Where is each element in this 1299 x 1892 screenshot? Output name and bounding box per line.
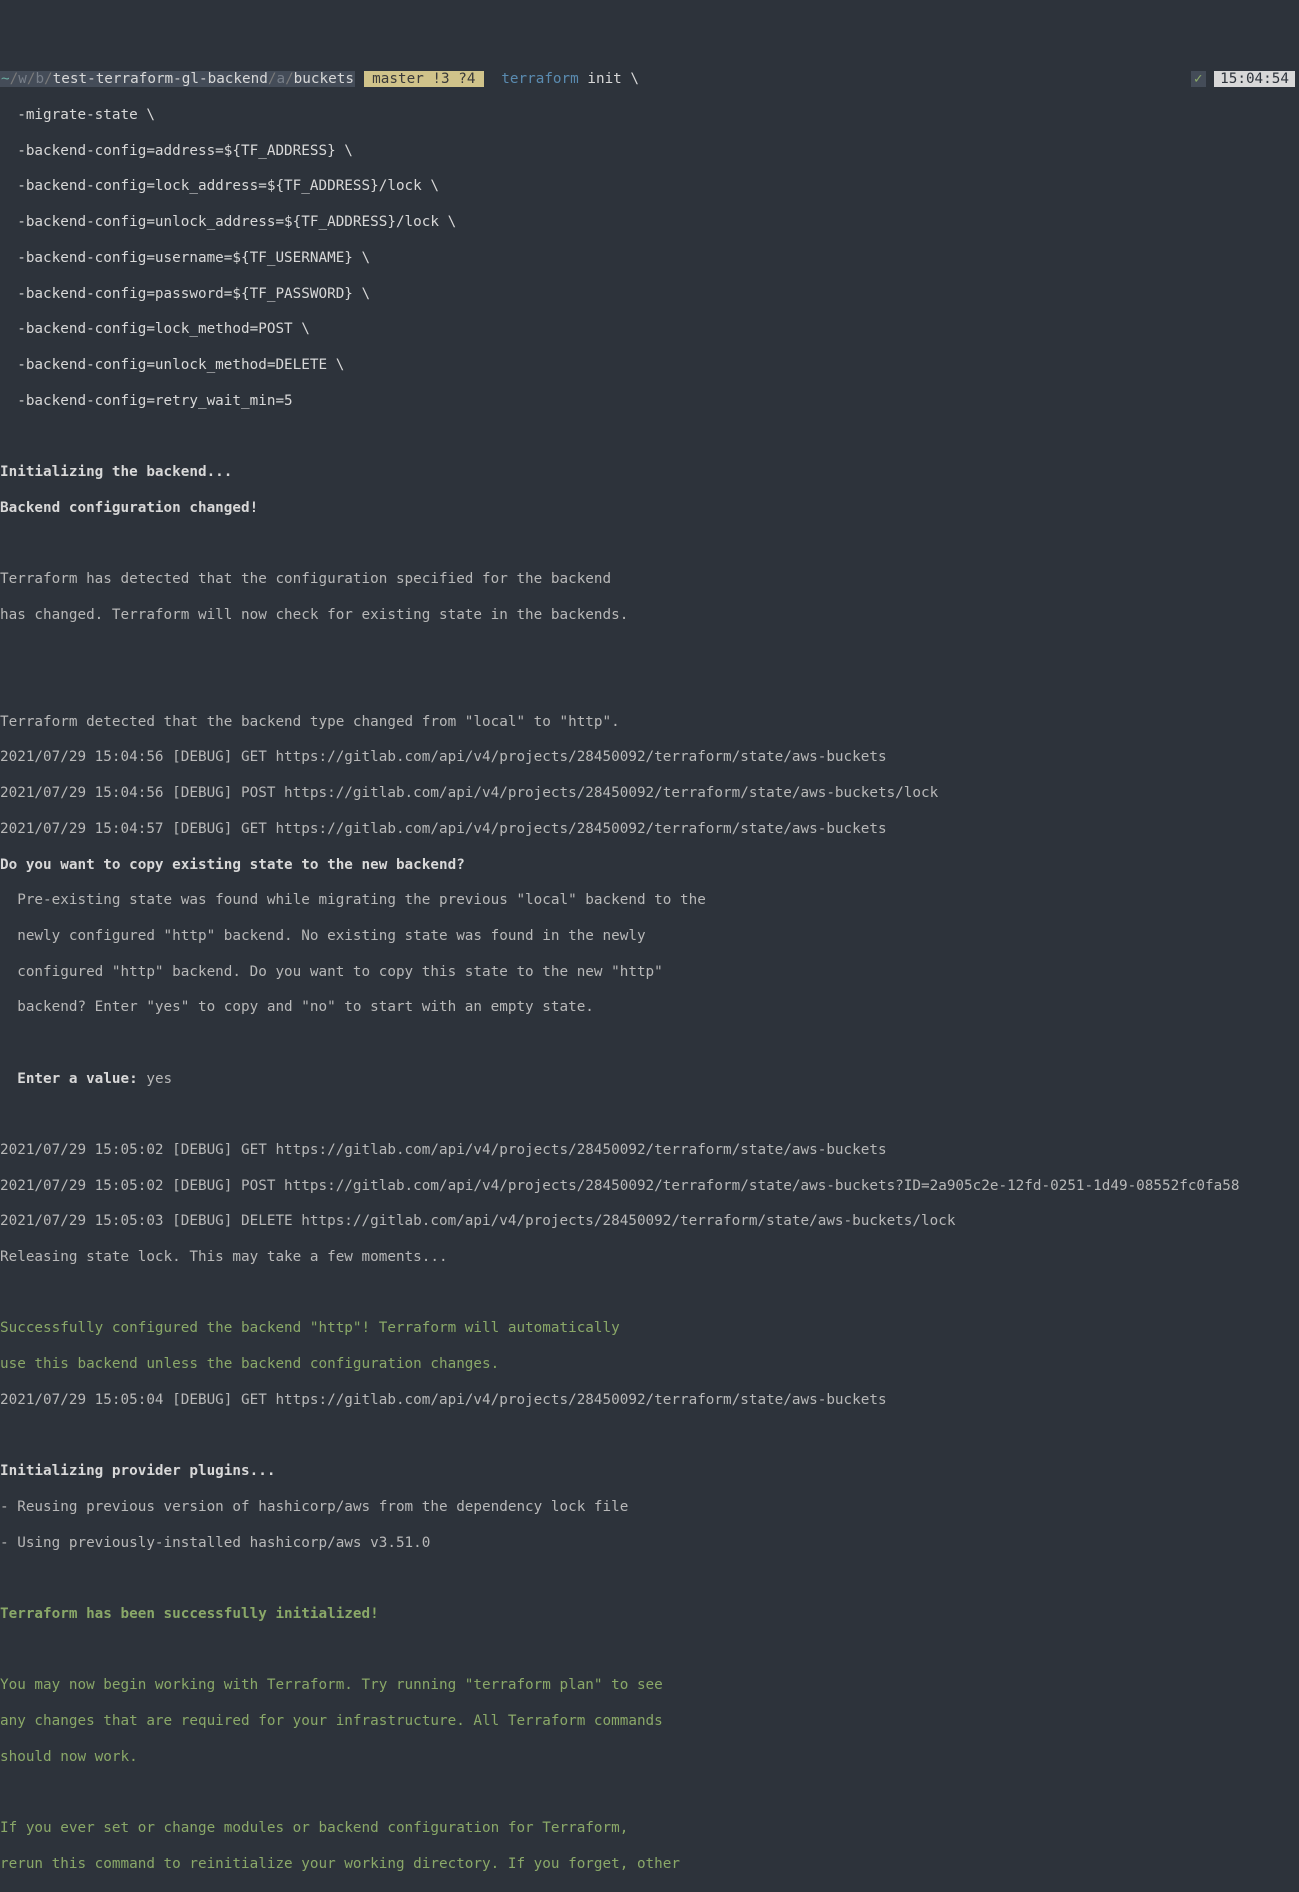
output-line: newly configured "http" backend. No exis… xyxy=(0,928,1299,946)
success-line: commands will detect it and remind you t… xyxy=(0,1891,1299,1892)
output-line: configured "http" backend. Do you want t… xyxy=(0,964,1299,982)
command-flag: -backend-config=retry_wait_min=5 xyxy=(0,393,1299,411)
path-segment: a xyxy=(276,71,285,87)
success-line: any changes that are required for your i… xyxy=(0,1713,1299,1731)
success-line: should now work. xyxy=(0,1749,1299,1767)
command-flag: -backend-config=lock_method=POST \ xyxy=(0,321,1299,339)
prompt-question: Do you want to copy existing state to th… xyxy=(0,857,1299,875)
blank-line xyxy=(0,1642,1299,1660)
blank-line xyxy=(0,1428,1299,1446)
clock: 15:04:54 xyxy=(1214,71,1295,87)
success-line: rerun this command to reinitialize your … xyxy=(0,1856,1299,1874)
success-line: If you ever set or change modules or bac… xyxy=(0,1820,1299,1838)
output-line: - Using previously-installed hashicorp/a… xyxy=(0,1535,1299,1553)
command-args: init \ xyxy=(579,71,639,87)
debug-line: 2021/07/29 15:05:02 [DEBUG] POST https:/… xyxy=(0,1178,1299,1196)
section-heading: Backend configuration changed! xyxy=(0,500,1299,518)
prompt-left: ~/w/b/test-terraform-gl-backend/a/bucket… xyxy=(0,71,639,89)
blank-line xyxy=(0,642,1299,660)
debug-line: 2021/07/29 15:05:04 [DEBUG] GET https://… xyxy=(0,1392,1299,1410)
command-flag: -migrate-state \ xyxy=(0,107,1299,125)
success-line: You may now begin working with Terraform… xyxy=(0,1677,1299,1695)
prompt-right: ✓ 15:04:54 xyxy=(1191,71,1299,89)
command-flag: -backend-config=password=${TF_PASSWORD} … xyxy=(0,286,1299,304)
section-heading: Initializing the backend... xyxy=(0,464,1299,482)
blank-line xyxy=(0,1784,1299,1802)
blank-line xyxy=(0,535,1299,553)
terminal-status-bar: ~/w/b/test-terraform-gl-backend/a/bucket… xyxy=(0,71,1299,89)
blank-line xyxy=(0,1106,1299,1124)
debug-line: 2021/07/29 15:04:56 [DEBUG] POST https:/… xyxy=(0,785,1299,803)
blank-line xyxy=(0,1570,1299,1588)
success-line: Successfully configured the backend "htt… xyxy=(0,1320,1299,1338)
blank-line xyxy=(0,1035,1299,1053)
command-flag: -backend-config=unlock_method=DELETE \ xyxy=(0,357,1299,375)
prompt-tilde: ~ xyxy=(1,71,10,87)
output-line: Pre-existing state was found while migra… xyxy=(0,892,1299,910)
blank-line xyxy=(0,1285,1299,1303)
output-line: has changed. Terraform will now check fo… xyxy=(0,607,1299,625)
output-line: Terraform detected that the backend type… xyxy=(0,714,1299,732)
command-flag: -backend-config=unlock_address=${TF_ADDR… xyxy=(0,214,1299,232)
debug-line: 2021/07/29 15:04:57 [DEBUG] GET https://… xyxy=(0,821,1299,839)
success-heading: Terraform has been successfully initiali… xyxy=(0,1606,1299,1624)
blank-line xyxy=(0,678,1299,696)
status-ok-icon: ✓ xyxy=(1191,71,1206,87)
debug-line: 2021/07/29 15:04:56 [DEBUG] GET https://… xyxy=(0,749,1299,767)
prompt-label: Enter a value: xyxy=(0,1071,138,1087)
output-line: backend? Enter "yes" to copy and "no" to… xyxy=(0,999,1299,1017)
path-segment: buckets xyxy=(294,71,354,87)
prompt-input-line[interactable]: Enter a value: yes xyxy=(0,1071,1299,1089)
debug-line: 2021/07/29 15:05:02 [DEBUG] GET https://… xyxy=(0,1142,1299,1160)
command-flag: -backend-config=lock_address=${TF_ADDRES… xyxy=(0,178,1299,196)
output-line: - Reusing previous version of hashicorp/… xyxy=(0,1499,1299,1517)
git-branch-indicator: master !3 ?4 xyxy=(364,71,485,87)
section-heading: Initializing provider plugins... xyxy=(0,1463,1299,1481)
path-segment: test-terraform-gl-backend xyxy=(53,71,268,87)
debug-line: 2021/07/29 15:05:03 [DEBUG] DELETE https… xyxy=(0,1213,1299,1231)
path-segment: w xyxy=(18,71,27,87)
blank-line xyxy=(0,428,1299,446)
command-flag: -backend-config=address=${TF_ADDRESS} \ xyxy=(0,143,1299,161)
output-line: Releasing state lock. This may take a fe… xyxy=(0,1249,1299,1267)
success-line: use this backend unless the backend conf… xyxy=(0,1356,1299,1374)
user-input: yes xyxy=(138,1071,172,1087)
command-name: terraform xyxy=(501,71,578,87)
output-line: Terraform has detected that the configur… xyxy=(0,571,1299,589)
command-flag: -backend-config=username=${TF_USERNAME} … xyxy=(0,250,1299,268)
path-segment: b xyxy=(35,71,44,87)
